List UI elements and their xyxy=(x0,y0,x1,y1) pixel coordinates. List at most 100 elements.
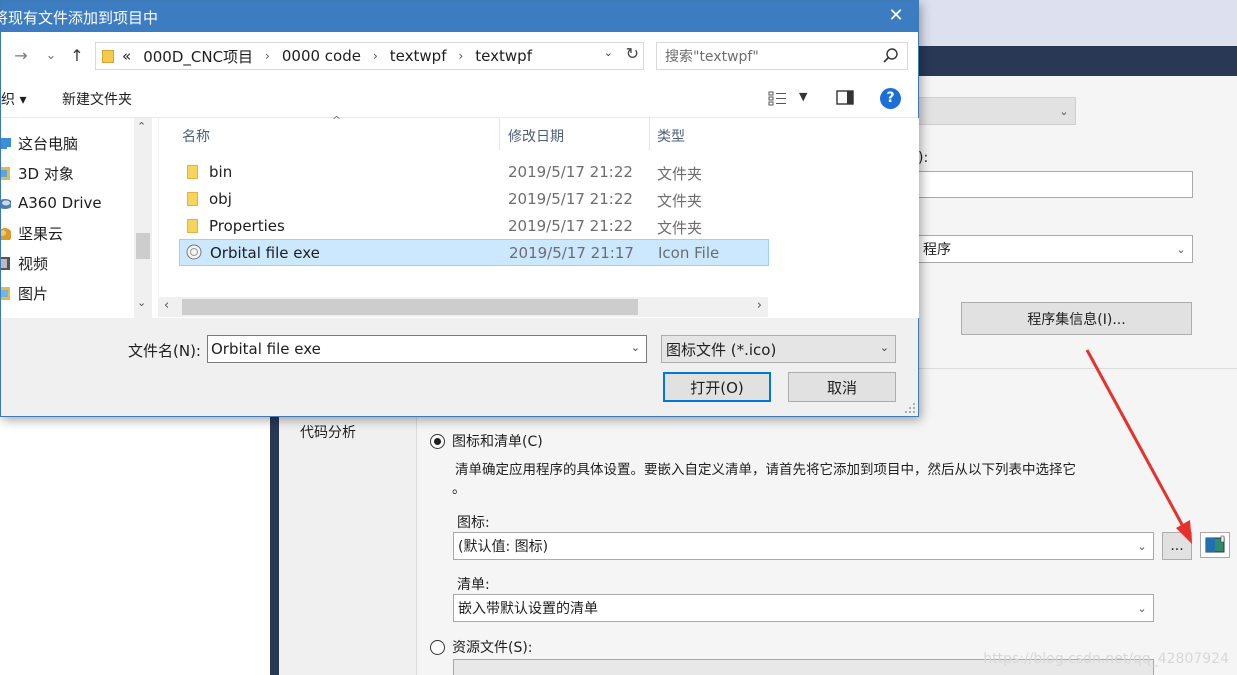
partial-field-label: ): xyxy=(918,150,929,166)
chevron-right-icon[interactable]: › xyxy=(458,49,463,63)
preview-pane-icon[interactable] xyxy=(836,90,854,106)
manifest-description: 清单确定应用程序的具体设置。要嵌入自定义清单，请首先将它添加到项目中，然后从以下… xyxy=(455,462,1076,478)
file-row-bin[interactable]: bin 2019/5/17 21:22 文件夹 xyxy=(179,159,769,186)
search-input[interactable]: 搜索"textwpf" xyxy=(656,42,908,70)
nav-item-pictures[interactable]: 图片 xyxy=(1,279,48,307)
output-type-combo[interactable]: 程序 ⌄ xyxy=(918,235,1193,263)
nav-pane-scrollbar[interactable]: ⌃ ⌄ xyxy=(134,118,152,318)
assembly-name-input[interactable] xyxy=(918,171,1193,198)
file-name: obj xyxy=(209,190,232,208)
dialog-titlebar[interactable]: 将现有文件添加到项目中 ✕ xyxy=(0,1,918,32)
chevron-up-icon[interactable]: ⌃ xyxy=(137,120,146,133)
nav-item-this-pc[interactable]: 这台电脑 xyxy=(1,129,78,157)
file-modified: 2019/5/17 21:22 xyxy=(508,163,633,181)
chevron-right-icon[interactable]: › xyxy=(757,298,762,313)
nav-item-label: 这台电脑 xyxy=(18,134,79,153)
chevron-down-icon: ⌄ xyxy=(1137,601,1147,615)
folder-icon xyxy=(187,219,198,233)
icon-combo[interactable]: (默认值: 图标) ⌄ xyxy=(453,532,1154,560)
radio-checked-icon[interactable] xyxy=(430,433,445,449)
file-type: 文件夹 xyxy=(657,219,703,237)
chevron-left-icon[interactable]: ‹ xyxy=(164,298,169,313)
radio-icon-manifest[interactable]: 图标和清单(C) xyxy=(430,431,543,451)
chevron-down-icon[interactable]: ⌄ xyxy=(137,296,146,309)
folder-icon xyxy=(102,49,114,63)
column-divider[interactable] xyxy=(649,118,650,150)
chevron-down-icon[interactable]: ⌄ xyxy=(604,46,613,59)
folder-icon xyxy=(187,165,198,179)
radio-resource-file[interactable]: 资源文件(S): xyxy=(430,637,533,657)
file-modified: 2019/5/17 21:17 xyxy=(509,244,634,262)
scrollbar-thumb[interactable] xyxy=(182,299,638,315)
vs-tab-bar xyxy=(918,46,1237,76)
configuration-combo[interactable]: ⌄ xyxy=(918,97,1076,125)
organize-button[interactable]: 织 ▾ xyxy=(1,89,26,109)
nav-item-label: A360 Drive xyxy=(18,194,102,212)
file-row-orbital[interactable]: Orbital file exe 2019/5/17 21:17 Icon Fi… xyxy=(179,239,769,266)
scrollbar-thumb[interactable] xyxy=(136,233,150,259)
breadcrumb-item[interactable]: 0000 code xyxy=(282,47,361,65)
nav-item-code-analysis[interactable]: 代码分析 xyxy=(300,422,356,442)
sort-ascending-icon: ^ xyxy=(332,114,342,127)
icon-preview xyxy=(1200,532,1230,558)
view-dropdown-icon[interactable]: ▼ xyxy=(799,90,807,103)
file-name: bin xyxy=(209,163,233,181)
pictures-icon xyxy=(1,287,10,300)
new-folder-button[interactable]: 新建文件夹 xyxy=(62,89,132,109)
chevron-down-icon: ⌄ xyxy=(1059,104,1069,118)
app-icon-preview-icon xyxy=(1205,535,1225,553)
watermark: https://blog.csdn.net/qq_42807924 xyxy=(983,651,1229,667)
assembly-info-button[interactable]: 程序集信息(I)... xyxy=(961,302,1192,335)
column-header-name[interactable]: 名称 xyxy=(182,126,210,146)
manifest-combo[interactable]: 嵌入带默认设置的清单 ⌄ xyxy=(453,594,1154,622)
cancel-button[interactable]: 取消 xyxy=(788,372,896,402)
breadcrumb-overflow[interactable]: « xyxy=(122,47,131,65)
breadcrumb-item[interactable]: 000D_CNC项目 xyxy=(143,46,253,67)
chevron-right-icon[interactable]: › xyxy=(265,49,270,63)
3d-objects-icon xyxy=(1,167,10,180)
panel-divider xyxy=(270,416,279,675)
file-list-scrollbar[interactable]: ‹ › xyxy=(158,297,768,317)
icon-label: 图标: xyxy=(457,515,490,531)
nav-item-label: 视频 xyxy=(18,254,49,273)
chevron-down-icon: ⌄ xyxy=(879,341,889,354)
filename-input[interactable]: Orbital file exe ⌄ xyxy=(207,335,647,363)
radio-unchecked-icon[interactable] xyxy=(430,639,445,655)
solution-explorer-panel xyxy=(0,416,270,675)
breadcrumb-item[interactable]: textwpf xyxy=(475,47,532,65)
file-row-properties[interactable]: Properties 2019/5/17 21:22 文件夹 xyxy=(179,213,769,240)
column-divider[interactable] xyxy=(499,118,500,150)
chevron-right-icon[interactable]: › xyxy=(373,49,378,63)
file-name: Properties xyxy=(209,217,285,235)
close-icon[interactable]: ✕ xyxy=(884,4,908,28)
search-placeholder: 搜索"textwpf" xyxy=(665,49,759,65)
filetype-select[interactable]: 图标文件 (*.ico) ⌄ xyxy=(661,335,896,363)
nav-item-label: 图片 xyxy=(18,284,49,303)
file-list: ^ 名称 修改日期 类型 bin 2019/5/17 21:22 文件夹 obj… xyxy=(158,114,769,318)
filename-label: 文件名(N): xyxy=(128,342,201,360)
file-row-obj[interactable]: obj 2019/5/17 21:22 文件夹 xyxy=(179,186,769,213)
nav-item-3d-objects[interactable]: 3D 对象 xyxy=(1,159,74,187)
forward-arrow-icon[interactable]: → xyxy=(11,44,31,68)
column-header-modified[interactable]: 修改日期 xyxy=(508,126,564,146)
up-arrow-icon[interactable]: ↑ xyxy=(67,44,87,68)
column-header-type[interactable]: 类型 xyxy=(657,126,685,146)
help-icon[interactable]: ? xyxy=(880,88,901,109)
breadcrumb-item[interactable]: textwpf xyxy=(390,47,447,65)
address-bar[interactable]: « 000D_CNC项目 › 0000 code › textwpf › tex… xyxy=(95,42,644,70)
recent-locations-icon[interactable]: ⌄ xyxy=(41,44,61,68)
nav-item-nutstore[interactable]: 坚果云 xyxy=(1,219,63,247)
resize-grip-icon[interactable] xyxy=(904,402,916,414)
open-button[interactable]: 打开(O) xyxy=(663,372,771,402)
radio-icon-manifest-label: 图标和清单(C) xyxy=(452,434,543,450)
radio-resource-file-label: 资源文件(S): xyxy=(452,640,533,656)
file-list-spacer xyxy=(768,118,919,318)
view-options-icon[interactable] xyxy=(768,90,788,106)
search-icon[interactable] xyxy=(883,47,899,65)
refresh-icon[interactable]: ↻ xyxy=(626,44,639,63)
file-modified: 2019/5/17 21:22 xyxy=(508,190,633,208)
nutstore-icon xyxy=(1,228,11,240)
chevron-down-icon[interactable]: ⌄ xyxy=(631,341,640,354)
nav-item-video[interactable]: 视频 xyxy=(1,249,48,277)
nav-item-a360-drive[interactable]: A360 Drive xyxy=(1,189,102,217)
